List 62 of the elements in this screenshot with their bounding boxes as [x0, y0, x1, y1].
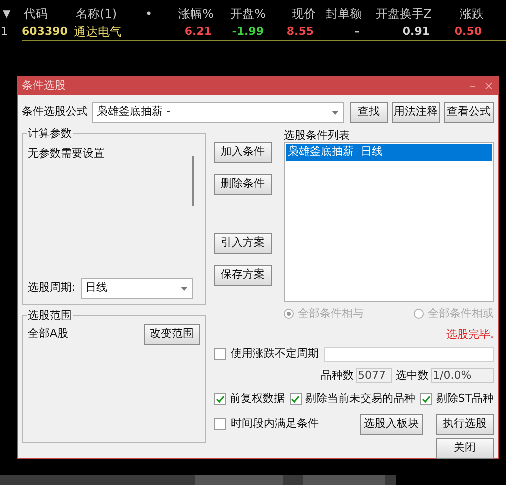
checkbox[interactable]	[214, 418, 226, 430]
checkbox-label: 剔除当前未交易的品种	[306, 391, 416, 407]
radio-button[interactable]	[284, 309, 294, 320]
column-header[interactable]: 代码	[24, 5, 76, 23]
checkbox[interactable]	[214, 348, 226, 360]
formula-dropdown[interactable]: 枭雄釜底抽薪 -	[92, 102, 344, 123]
count-label: 品种数	[321, 368, 354, 384]
checkbox-label: 剔除ST品种	[436, 391, 494, 407]
table-cell-text: 603390	[22, 24, 69, 40]
radio-button[interactable]	[414, 309, 424, 320]
table-cell-text: 通达电气	[74, 24, 123, 41]
dialog-button[interactable]: 关闭	[436, 438, 494, 458]
dialog-button[interactable]: 用法注释	[392, 102, 440, 123]
checkbox[interactable]	[290, 393, 302, 406]
column-header[interactable]: 名称(1)	[76, 5, 134, 23]
table-cell-text: –	[354, 24, 360, 40]
sort-arrow[interactable]: ▼	[0, 6, 24, 22]
table-cell-text: -1.99	[231, 24, 264, 40]
radio-label: 全部条件相或	[428, 306, 494, 322]
dialog-button[interactable]: 引入方案	[214, 233, 272, 254]
column-header[interactable]: 现价	[266, 5, 316, 23]
scrollbar[interactable]	[192, 156, 194, 206]
window-title: 条件选股	[22, 78, 66, 94]
dialog-button[interactable]: 删除条件	[214, 174, 272, 195]
column-header[interactable]: 封单额	[316, 5, 362, 23]
dialog-button[interactable]: 改变范围	[144, 324, 200, 345]
table-cell-text: 6.21	[184, 24, 212, 40]
status-message: 选股完毕.	[446, 326, 494, 342]
row-number: 1	[0, 24, 9, 40]
dialog-button[interactable]: 加入条件	[214, 142, 272, 163]
dialog-button[interactable]: 查找	[350, 102, 388, 123]
radio-label: 全部条件相与	[298, 306, 364, 322]
count-value: 5077	[356, 368, 392, 384]
column-header[interactable]: 涨跌	[432, 5, 484, 23]
period-dropdown[interactable]: 日线	[80, 278, 193, 299]
dialog-button[interactable]: 选股入板块	[360, 414, 423, 434]
column-header[interactable]: 开盘%	[214, 5, 266, 23]
list-title: 选股条件列表	[284, 129, 351, 142]
checkbox[interactable]	[420, 393, 432, 406]
checkbox-label: 时间段内满足条件	[231, 416, 319, 432]
dropdown-arrow-icon	[180, 286, 188, 290]
params-message: 无参数需要设置	[28, 146, 105, 162]
dialog-button[interactable]: 查看公式	[444, 102, 494, 123]
dropdown-arrow-icon	[332, 110, 339, 114]
column-header[interactable]: •	[134, 5, 164, 23]
table-cell-text: 0.50	[454, 24, 482, 40]
table-cell-text: 8.55	[286, 24, 314, 40]
column-header[interactable]: 开盘换手Z	[362, 5, 432, 23]
scope-value: 全部A股	[28, 326, 69, 342]
count-value: 1/0.0%	[431, 368, 494, 384]
period-input[interactable]	[324, 346, 494, 362]
checkbox[interactable]	[214, 393, 226, 406]
formula-label: 条件选股公式	[22, 104, 88, 120]
table-cell-text: 0.91	[402, 24, 430, 40]
condition-item[interactable]: 枭雄釜底抽薪 日线	[286, 144, 492, 161]
column-header[interactable]: 涨幅%	[164, 5, 214, 23]
checkbox-label: 使用涨跌不定周期	[231, 346, 319, 362]
checkbox-label: 前复权数据	[230, 391, 285, 407]
dialog-button[interactable]: 执行选股	[436, 414, 494, 434]
dialog-button[interactable]: 保存方案	[214, 265, 272, 286]
period-label: 选股周期:	[28, 280, 76, 296]
count-label: 选中数	[396, 368, 429, 384]
